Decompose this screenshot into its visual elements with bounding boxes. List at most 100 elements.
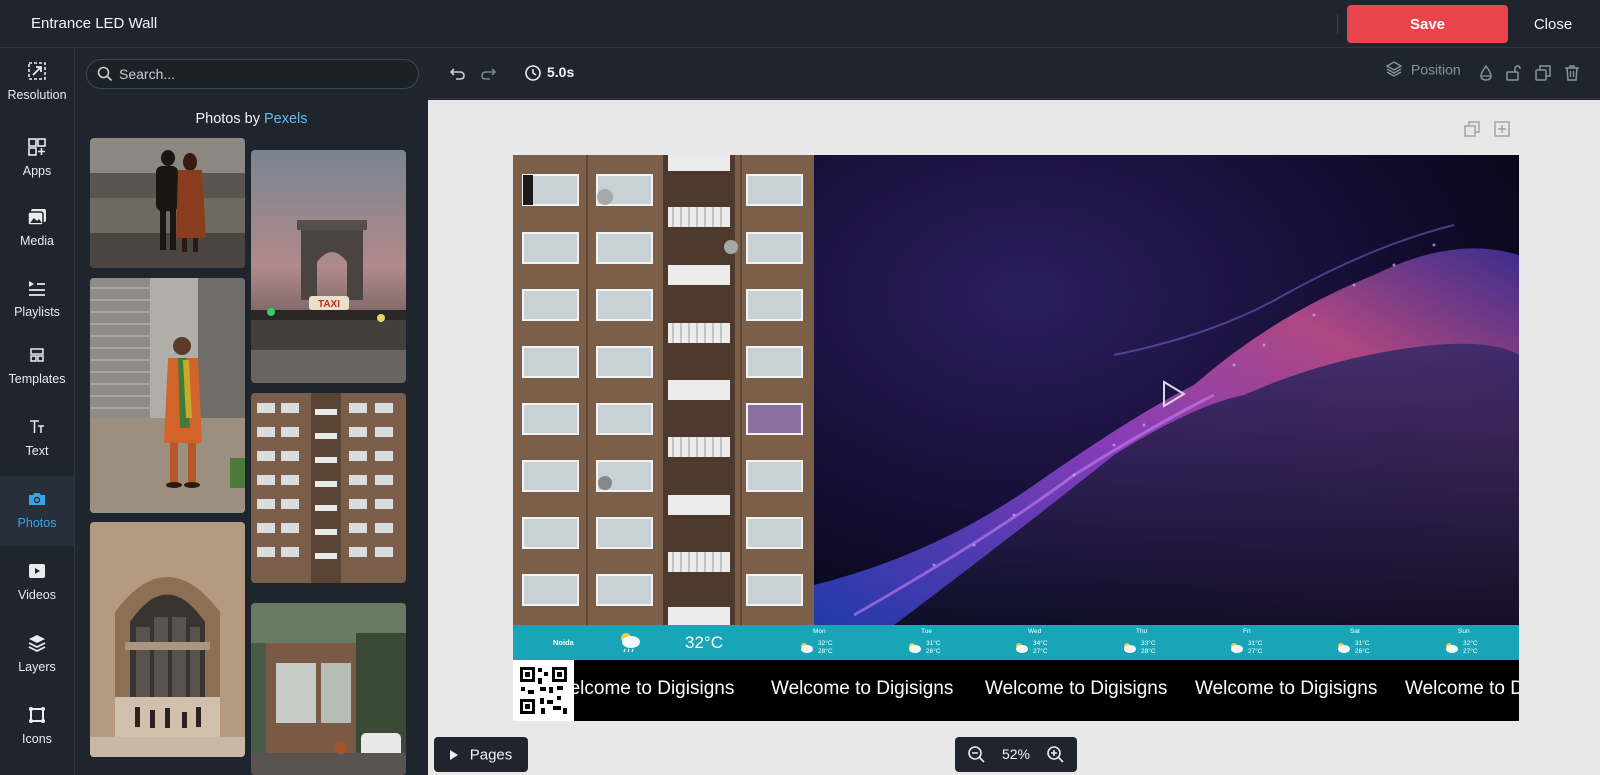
partly-cloudy-icon xyxy=(1121,640,1137,654)
divider xyxy=(1337,14,1338,34)
add-page-icon[interactable] xyxy=(1493,120,1511,138)
day-high: 31°C xyxy=(1355,640,1370,647)
sidebar-item-videos[interactable]: Videos xyxy=(0,548,74,618)
pages-button[interactable]: Pages xyxy=(434,737,528,772)
sidebar-item-icons[interactable]: Icons xyxy=(0,692,74,762)
ticker-item: Welcome to Digisigns xyxy=(552,678,735,699)
sidebar-item-text[interactable]: Text xyxy=(0,404,74,474)
trash-icon[interactable] xyxy=(1562,63,1582,83)
day-low: 28°C xyxy=(818,648,833,655)
photo-thumbnail-arc-taxi[interactable]: TAXI xyxy=(251,150,406,383)
partly-cloudy-icon xyxy=(798,640,814,654)
weather-widget[interactable]: Noida 32°C Mon 32°C 28°C Tue 31°C 26°C W… xyxy=(513,625,1519,660)
photos-panel: Photos by Pexels xyxy=(75,48,428,775)
forecast-day: Tue 31°C 26°C xyxy=(906,628,966,658)
templates-icon xyxy=(26,344,48,366)
partly-cloudy-icon xyxy=(1013,640,1029,654)
day-low: 27°C xyxy=(1248,648,1263,655)
undo-icon[interactable] xyxy=(448,63,468,83)
ticker-item: Welcome to Digisigns xyxy=(771,678,954,699)
play-icon[interactable] xyxy=(1161,379,1187,409)
text-ticker[interactable]: Welcome to Digisigns Welcome to Digisign… xyxy=(513,660,1519,721)
sidebar-item-label: Icons xyxy=(22,732,52,746)
ticker-item: Welcome to Digisigns xyxy=(1195,678,1378,699)
slide-canvas[interactable]: Noida 32°C Mon 32°C 28°C Tue 31°C 26°C W… xyxy=(513,155,1519,721)
day-name: Fri xyxy=(1243,628,1251,635)
forecast-day: Fri 31°C 27°C xyxy=(1228,628,1288,658)
sidebar-item-layers[interactable]: Layers xyxy=(0,620,74,690)
top-bar: Entrance LED Wall Save Close xyxy=(0,0,1600,48)
copy-page-icon[interactable] xyxy=(1463,120,1481,138)
play-triangle-icon xyxy=(449,749,458,760)
forecast-day: Mon 32°C 28°C xyxy=(798,628,858,658)
sidebar-item-label: Text xyxy=(25,444,49,458)
search-input[interactable] xyxy=(119,64,409,84)
day-high: 31°C xyxy=(1248,640,1263,647)
canvas-workspace: Noida 32°C Mon 32°C 28°C Tue 31°C 26°C W… xyxy=(428,100,1600,775)
zoom-in-icon[interactable] xyxy=(1046,745,1065,764)
qr-code[interactable] xyxy=(513,660,574,721)
pexels-link[interactable]: Pexels xyxy=(264,111,308,127)
position-label: Position xyxy=(1410,61,1461,78)
forecast-day: Sat 31°C 26°C xyxy=(1335,628,1395,658)
resolution-icon xyxy=(26,60,48,82)
sidebar-item-label: Templates xyxy=(8,372,66,386)
save-button[interactable]: Save xyxy=(1347,5,1508,43)
position-button[interactable]: Position xyxy=(1385,60,1461,86)
weather-city: Noida xyxy=(553,638,574,647)
sidebar-item-photos[interactable]: Photos xyxy=(0,476,74,546)
clock-icon xyxy=(523,63,543,83)
sidebar-item-templates[interactable]: Templates xyxy=(0,332,74,402)
day-name: Sun xyxy=(1458,628,1470,635)
photo-thumbnail-street[interactable] xyxy=(251,603,406,775)
cloud-rain-icon xyxy=(617,630,643,654)
pages-label: Pages xyxy=(469,746,513,764)
photo-thumbnail-man-shutters[interactable] xyxy=(90,278,245,513)
unlock-icon[interactable] xyxy=(1503,63,1523,83)
partly-cloudy-icon xyxy=(1228,640,1244,654)
partly-cloudy-icon xyxy=(906,640,922,654)
close-button[interactable]: Close xyxy=(1518,5,1588,43)
day-high: 32°C xyxy=(818,640,833,647)
day-low: 27°C xyxy=(1033,648,1048,655)
sidebar-item-label: Layers xyxy=(18,660,56,674)
playlists-icon xyxy=(26,277,48,299)
forecast-day: Thu 33°C 28°C xyxy=(1121,628,1181,658)
apps-icon xyxy=(26,136,48,158)
photo-thumbnail-building[interactable] xyxy=(251,393,406,583)
day-high: 33°C xyxy=(1141,640,1156,647)
partly-cloudy-icon xyxy=(1335,640,1351,654)
editor-toolbar: 5.0s Position xyxy=(428,48,1600,99)
partly-cloudy-icon xyxy=(1443,640,1459,654)
duplicate-icon[interactable] xyxy=(1533,63,1553,83)
sidebar-item-apps[interactable]: Apps xyxy=(0,124,74,194)
layers-icon xyxy=(26,632,48,654)
day-name: Sat xyxy=(1350,628,1360,635)
day-low: 26°C xyxy=(926,648,941,655)
credit-text: Photos by xyxy=(195,111,260,127)
photo-credit: Photos by Pexels xyxy=(75,111,428,127)
forecast-day: Sun 32°C 27°C xyxy=(1443,628,1503,658)
sidebar-item-resolution[interactable]: Resolution xyxy=(0,48,74,118)
duration-value[interactable]: 5.0s xyxy=(547,64,574,80)
sidebar-item-label: Photos xyxy=(17,516,57,530)
search-icon xyxy=(97,66,113,82)
opacity-icon[interactable] xyxy=(1476,63,1496,83)
day-low: 27°C xyxy=(1463,648,1478,655)
building-image-zone[interactable] xyxy=(513,155,814,625)
sidebar-item-playlists[interactable]: Playlists xyxy=(0,265,74,335)
zoom-control: 52% xyxy=(955,737,1077,772)
photo-thumbnail-partial[interactable] xyxy=(251,132,406,138)
day-high: 31°C xyxy=(926,640,941,647)
sidebar-item-label: Resolution xyxy=(7,88,67,102)
day-high: 32°C xyxy=(1463,640,1478,647)
sidebar-item-media[interactable]: Media xyxy=(0,194,74,264)
redo-icon[interactable] xyxy=(478,63,498,83)
ticker-item: Welcome to Digisigns xyxy=(1405,678,1519,699)
photo-thumbnail-couple[interactable] xyxy=(90,138,245,268)
forecast-day: Wed 34°C 27°C xyxy=(1013,628,1073,658)
day-high: 34°C xyxy=(1033,640,1048,647)
photo-thumbnail-train-hall[interactable] xyxy=(90,522,245,757)
video-icon xyxy=(26,560,48,582)
zoom-out-icon[interactable] xyxy=(967,745,986,764)
